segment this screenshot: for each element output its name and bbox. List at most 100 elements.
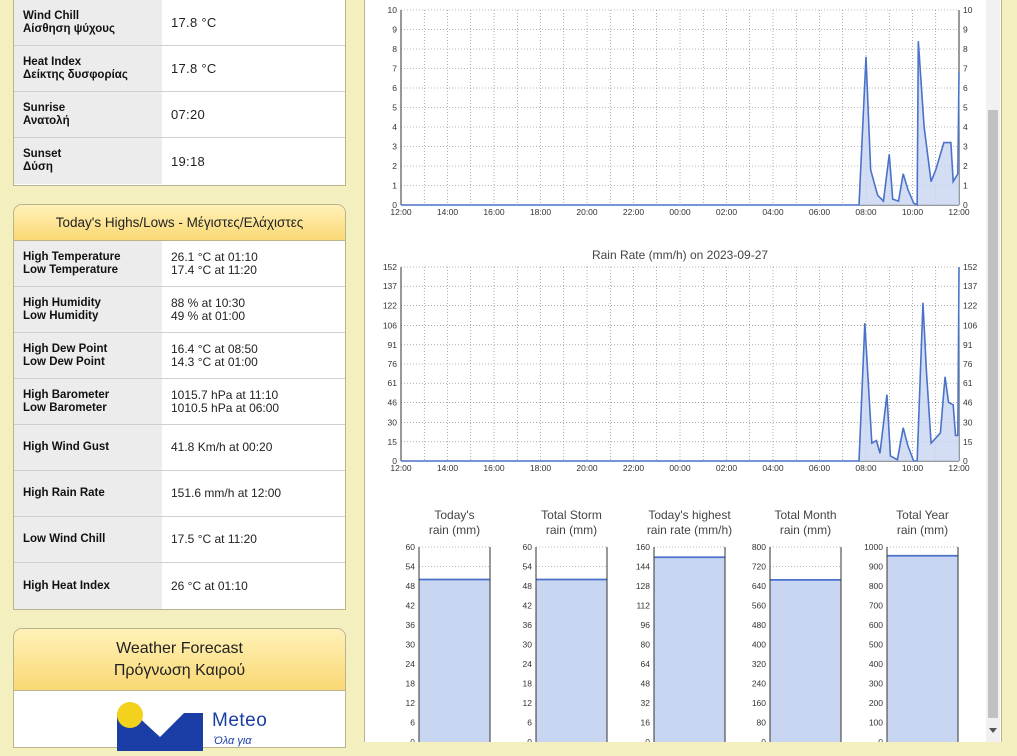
value-high: 26 °C at 01:10 xyxy=(171,578,248,593)
gauge-title: Total Year xyxy=(896,508,949,522)
current-row: Heat Index Δείκτης δυσφορίας 17.8 °C xyxy=(14,46,345,92)
x-tick-label: 04:00 xyxy=(762,207,784,217)
y-tick-left: 15 xyxy=(388,437,398,447)
current-label: Sunset Δύση xyxy=(14,138,162,184)
highs-lows-label: High Temperature Low Temperature xyxy=(14,241,162,286)
x-tick-label: 12:00 xyxy=(948,207,970,217)
gauge-tick: 24 xyxy=(406,659,416,669)
y-tick-right: 122 xyxy=(963,300,977,310)
y-tick-right: 76 xyxy=(963,359,973,369)
rain-line xyxy=(401,41,960,207)
gauge-tick: 80 xyxy=(757,718,767,728)
x-tick-label: 08:00 xyxy=(855,207,877,217)
gauge-tick: 800 xyxy=(869,581,883,591)
x-tick-label: 06:00 xyxy=(809,463,831,473)
gauge-title: rain (mm) xyxy=(429,523,480,537)
x-tick-label: 00:00 xyxy=(669,207,691,217)
gauge-tick: 32 xyxy=(641,698,651,708)
label-high: High Heat Index xyxy=(23,579,110,592)
y-tick-left: 10 xyxy=(388,5,398,15)
gauge-tick: 48 xyxy=(523,581,533,591)
scrollbar-thumb[interactable] xyxy=(988,110,998,718)
gauge-fill xyxy=(419,579,490,742)
x-tick-label: 02:00 xyxy=(716,207,738,217)
y-tick-left: 3 xyxy=(392,142,397,152)
scroll-down-arrow-icon[interactable] xyxy=(989,728,997,733)
highs-lows-value: 26 °C at 01:10 xyxy=(162,563,345,609)
y-tick-right: 9 xyxy=(963,25,968,35)
value-high: 16.4 °C at 08:50 xyxy=(171,341,258,356)
label-high: High Humidity xyxy=(23,296,101,309)
gauge-tick: 36 xyxy=(406,620,416,630)
y-tick-left: 137 xyxy=(383,281,397,291)
y-tick-right: 5 xyxy=(963,103,968,113)
meteo-logo-icon xyxy=(117,702,203,753)
gauge-tick: 30 xyxy=(406,640,416,650)
y-tick-left: 4 xyxy=(392,122,397,132)
value-low: 17.4 °C at 11:20 xyxy=(171,262,257,277)
highs-lows-row: High Humidity Low Humidity 88 % at 10:30 49… xyxy=(14,287,345,333)
x-tick-label: 06:00 xyxy=(809,207,831,217)
gauge-tick: 0 xyxy=(645,737,650,742)
gauge-title: rain (mm) xyxy=(780,523,831,537)
x-tick-label: 22:00 xyxy=(623,207,645,217)
current-conditions-panel: Wind Chill Αίσθηση ψύχους 17.8 °C Heat Inde… xyxy=(13,0,346,186)
gauge-tick: 600 xyxy=(869,620,883,630)
y-tick-left: 5 xyxy=(392,103,397,113)
label-low: Low Barometer xyxy=(23,401,107,414)
gauge-tick: 0 xyxy=(878,737,883,742)
gauge-title: Today's xyxy=(434,508,474,522)
x-tick-label: 14:00 xyxy=(437,207,459,217)
gauge-tick: 900 xyxy=(869,562,883,572)
value-high: 17.5 °C at 11:20 xyxy=(171,532,257,546)
label-high: High Wind Gust xyxy=(23,441,110,453)
gauge-title: Total Storm xyxy=(541,508,602,522)
forecast-panel: Weather Forecast Πρόγνωση Καιρού Meteo Ό… xyxy=(13,628,346,753)
y-tick-left: 9 xyxy=(392,25,397,35)
gauge-tick: 400 xyxy=(752,640,766,650)
y-tick-left: 7 xyxy=(392,64,397,74)
gauge-tick: 128 xyxy=(636,581,650,591)
y-tick-right: 61 xyxy=(963,378,973,388)
highs-lows-value: 16.4 °C at 08:50 14.3 °C at 01:00 xyxy=(162,333,345,378)
value-low: 14.3 °C at 01:00 xyxy=(171,354,258,369)
highs-lows-row: High Barometer Low Barometer 1015.7 hPa at… xyxy=(14,379,345,425)
gauge-title: rain (mm) xyxy=(897,523,948,537)
highs-lows-value: 151.6 mm/h at 12:00 xyxy=(162,471,345,516)
gauge-tick: 6 xyxy=(527,718,532,728)
meteo-logo[interactable]: Meteo Όλα για xyxy=(14,691,345,753)
x-tick-label: 20:00 xyxy=(576,463,598,473)
rain-charts: 0 01 12 23 34 45 56 67 78 89 910 1012:00 14:00 16:00 1… xyxy=(383,5,978,747)
vertical-scrollbar[interactable] xyxy=(986,0,1000,742)
highs-lows-value: 26.1 °C at 01:10 17.4 °C at 11:20 xyxy=(162,241,345,286)
current-row: Sunrise Ανατολή 07:20 xyxy=(14,92,345,138)
y-tick-left: 106 xyxy=(383,321,397,331)
label-gr: Ανατολή xyxy=(23,114,70,127)
gauge-tick: 240 xyxy=(752,679,766,689)
x-tick-label: 10:00 xyxy=(902,463,924,473)
gauge-tick: 64 xyxy=(641,659,651,669)
value-high: 1015.7 hPa at 11:10 xyxy=(171,387,279,402)
gauge-tick: 48 xyxy=(641,679,651,689)
chart-title: Rain Rate (mm/h) on 2023-09-27 xyxy=(592,248,768,262)
gauge-tick: 48 xyxy=(406,581,416,591)
highs-lows-label: High Dew Point Low Dew Point xyxy=(14,333,162,378)
label-gr: Δείκτης δυσφορίας xyxy=(23,68,128,81)
y-tick-right: 91 xyxy=(963,340,973,350)
gauge-tick: 0 xyxy=(761,737,766,742)
label-en: Heat Index xyxy=(23,55,82,68)
gauge-tick: 160 xyxy=(636,542,650,552)
current-label: Heat Index Δείκτης δυσφορίας xyxy=(14,46,162,91)
x-tick-label: 18:00 xyxy=(530,463,552,473)
value-high: 88 % at 10:30 xyxy=(171,295,246,310)
current-value: 19:18 xyxy=(162,138,345,184)
x-tick-label: 04:00 xyxy=(762,463,784,473)
gauge-fill xyxy=(536,579,607,742)
gauge-tick: 54 xyxy=(406,562,416,572)
gauge-tick: 1000 xyxy=(864,542,883,552)
current-value: 17.8 °C xyxy=(162,0,345,45)
gauge-tick: 0 xyxy=(527,737,532,742)
highs-lows-row: High Wind Gust 41.8 Km/h at 00:20 xyxy=(14,425,345,471)
y-tick-right: 137 xyxy=(963,281,977,291)
y-tick-right: 1 xyxy=(963,181,968,191)
